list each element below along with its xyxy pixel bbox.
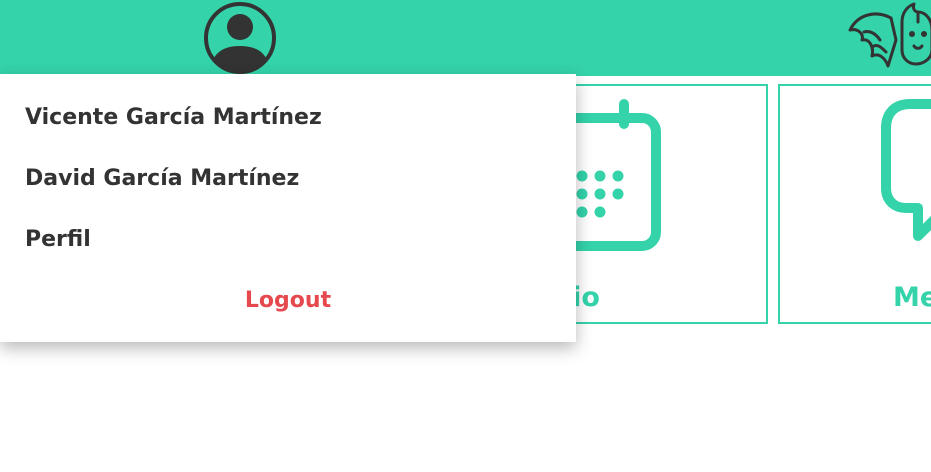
app-page: ndario Me Vicente García Martínez David … <box>0 0 931 472</box>
logout-button[interactable]: Logout <box>0 288 576 313</box>
messages-card-label: Me <box>893 282 931 313</box>
menu-item-david[interactable]: David García Martínez <box>25 166 299 191</box>
calendar-card[interactable]: ndario <box>560 84 768 324</box>
menu-item-profile[interactable]: Perfil <box>25 227 91 252</box>
dragon-logo-icon <box>846 0 931 72</box>
user-dropdown-menu: Vicente García Martínez David García Mar… <box>0 74 576 342</box>
top-header <box>0 0 931 76</box>
message-bubble-icon <box>880 96 931 260</box>
messages-card[interactable]: Me <box>778 84 931 324</box>
menu-item-vicente[interactable]: Vicente García Martínez <box>25 105 322 130</box>
calendar-icon <box>562 96 672 260</box>
user-avatar-icon[interactable] <box>202 0 278 76</box>
